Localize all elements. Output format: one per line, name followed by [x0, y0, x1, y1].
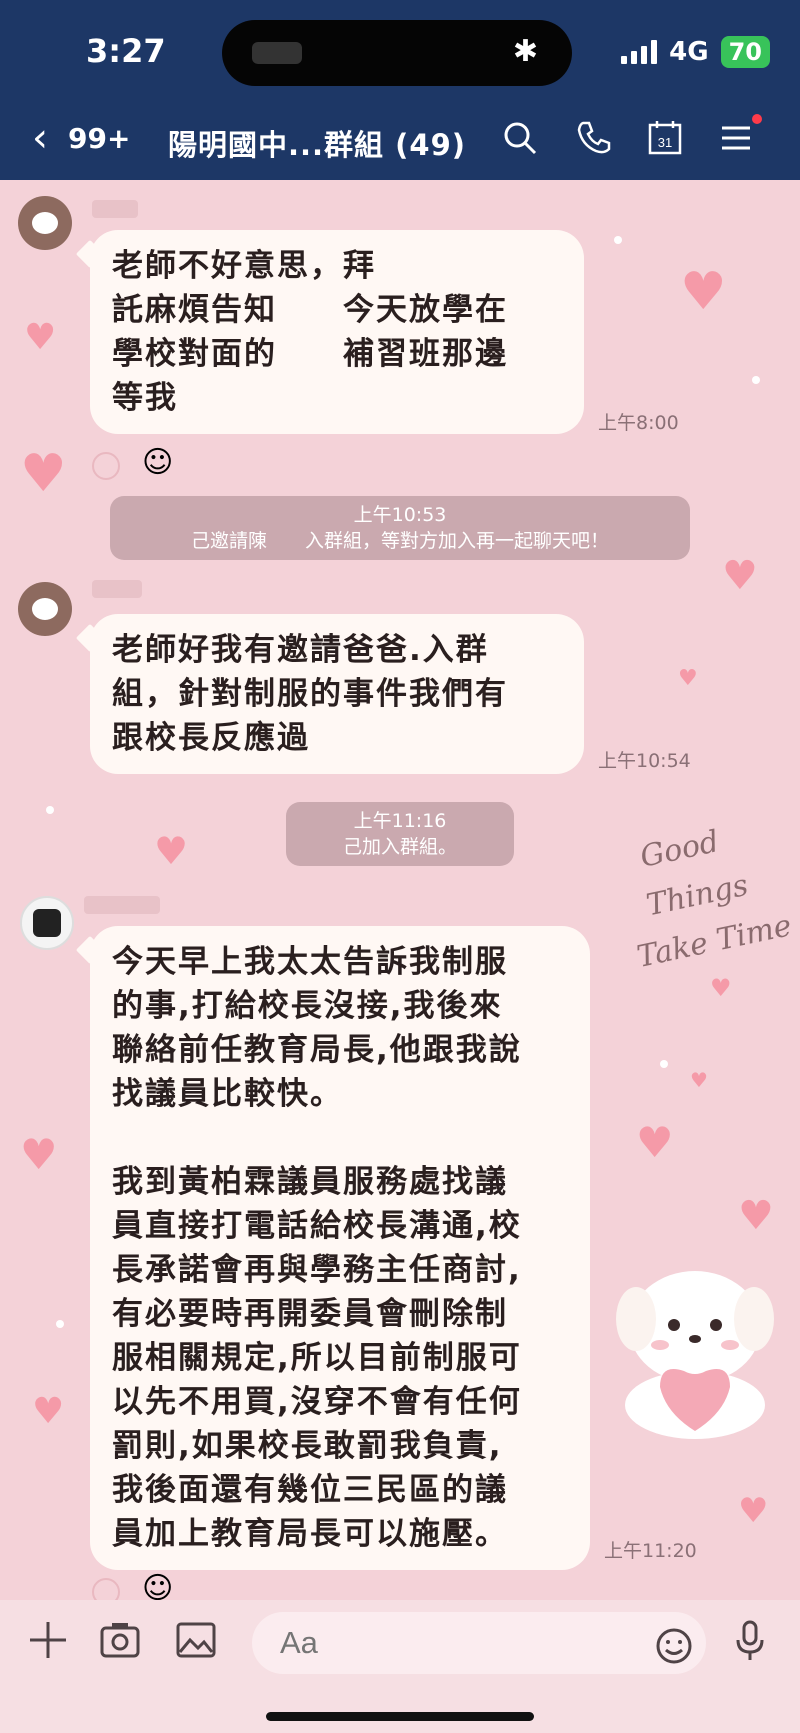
chat-title[interactable]: 陽明國中...群組 (49) — [168, 122, 466, 164]
emoji-icon[interactable] — [652, 1624, 696, 1668]
status-indicators: 4G 70 — [621, 36, 770, 68]
system-notice-time: 上午10:53 — [353, 504, 447, 526]
home-indicator — [266, 1712, 534, 1721]
message-bubble[interactable]: 老師不好意思，拜 託麻煩告知 今天放學在 學校對面的 補習班那邊 等我 — [90, 230, 584, 434]
message-input-bar — [0, 1600, 800, 1733]
sparkle-decoration — [752, 376, 760, 384]
top-bar: 3:27 ✱ 4G 70 ‹ 99+ 陽明國中...群組 (49) 31 — [0, 0, 800, 180]
heart-decoration: ♥ — [32, 1391, 65, 1432]
status-time: 3:27 — [86, 32, 166, 70]
image-icon[interactable] — [174, 1618, 218, 1662]
system-notice-text: 己加入群組。 — [342, 836, 457, 858]
sparkle-decoration — [660, 1060, 668, 1068]
svg-text:31: 31 — [658, 135, 672, 150]
heart-decoration: ♥ — [154, 829, 189, 873]
system-notice: 上午11:16 己加入群組。 — [286, 802, 514, 866]
network-type: 4G — [669, 37, 709, 67]
heart-decoration: ♥ — [680, 262, 727, 322]
deco-text-line: Good — [637, 824, 722, 875]
sender-avatar[interactable] — [20, 896, 74, 950]
microphone-icon[interactable] — [728, 1618, 772, 1662]
puppy-illustration — [616, 1271, 774, 1439]
sender-name-redacted — [84, 896, 160, 914]
sparkle-decoration — [56, 1320, 64, 1328]
sender-name-redacted — [92, 200, 138, 218]
heart-decoration: ♥ — [20, 444, 67, 504]
back-chevron-icon[interactable]: ‹ — [32, 118, 48, 158]
message-time: 上午8:00 — [598, 412, 679, 434]
message-time: 上午11:20 — [604, 1540, 697, 1562]
message-bubble[interactable]: 今天早上我太太告訴我制服 的事,打給校長沒接,我後來 聯絡前任教育局長,他跟我說… — [90, 926, 590, 1570]
heart-decoration: ♥ — [678, 666, 698, 691]
heart-decoration: ♥ — [710, 974, 732, 1002]
sparkle-decoration — [614, 236, 622, 244]
heart-decoration: ♥ — [738, 1193, 774, 1239]
phone-call-icon[interactable] — [574, 118, 614, 158]
add-reaction-icon[interactable] — [92, 452, 120, 480]
back-unread-count[interactable]: 99+ — [68, 122, 130, 155]
sender-avatar[interactable] — [18, 582, 72, 636]
search-icon[interactable] — [500, 118, 540, 158]
system-notice-time: 上午11:16 — [353, 810, 447, 832]
heart-decoration: ♥ — [738, 1491, 769, 1531]
message-bubble[interactable]: 老師好我有邀請爸爸.入群 組，針對制服的事件我們有 跟校長反應過 — [90, 614, 584, 774]
live-activity-icon — [252, 42, 302, 64]
heart-decoration: ♥ — [722, 553, 758, 599]
sender-name-redacted — [92, 580, 142, 598]
camera-icon[interactable] — [98, 1618, 142, 1662]
calendar-icon[interactable]: 31 — [645, 118, 685, 158]
signal-icon — [621, 40, 658, 64]
heart-decoration: ♥ — [690, 1068, 708, 1092]
reaction-emoji-icon[interactable]: ☺ — [142, 448, 173, 478]
dynamic-island: ✱ — [222, 20, 572, 86]
heart-decoration: ♥ — [636, 1118, 674, 1167]
bluetooth-icon: ✱ — [512, 34, 538, 69]
chat-header: ‹ 99+ 陽明國中...群組 (49) 31 — [0, 114, 800, 164]
sparkle-decoration — [46, 806, 54, 814]
system-notice-text: 己邀請陳 入群組，等對方加入再一起聊天吧！ — [190, 530, 609, 552]
sender-avatar[interactable] — [18, 196, 72, 250]
message-time: 上午10:54 — [598, 750, 691, 772]
heart-decoration: ♥ — [24, 317, 57, 358]
heart-decoration: ♥ — [20, 1130, 58, 1179]
menu-icon[interactable] — [716, 118, 756, 158]
plus-icon[interactable] — [26, 1618, 70, 1662]
battery-indicator: 70 — [720, 36, 770, 68]
system-notice: 上午10:53 己邀請陳 入群組，等對方加入再一起聊天吧！ — [110, 496, 690, 560]
message-input[interactable] — [252, 1612, 706, 1674]
notification-dot — [752, 114, 762, 124]
